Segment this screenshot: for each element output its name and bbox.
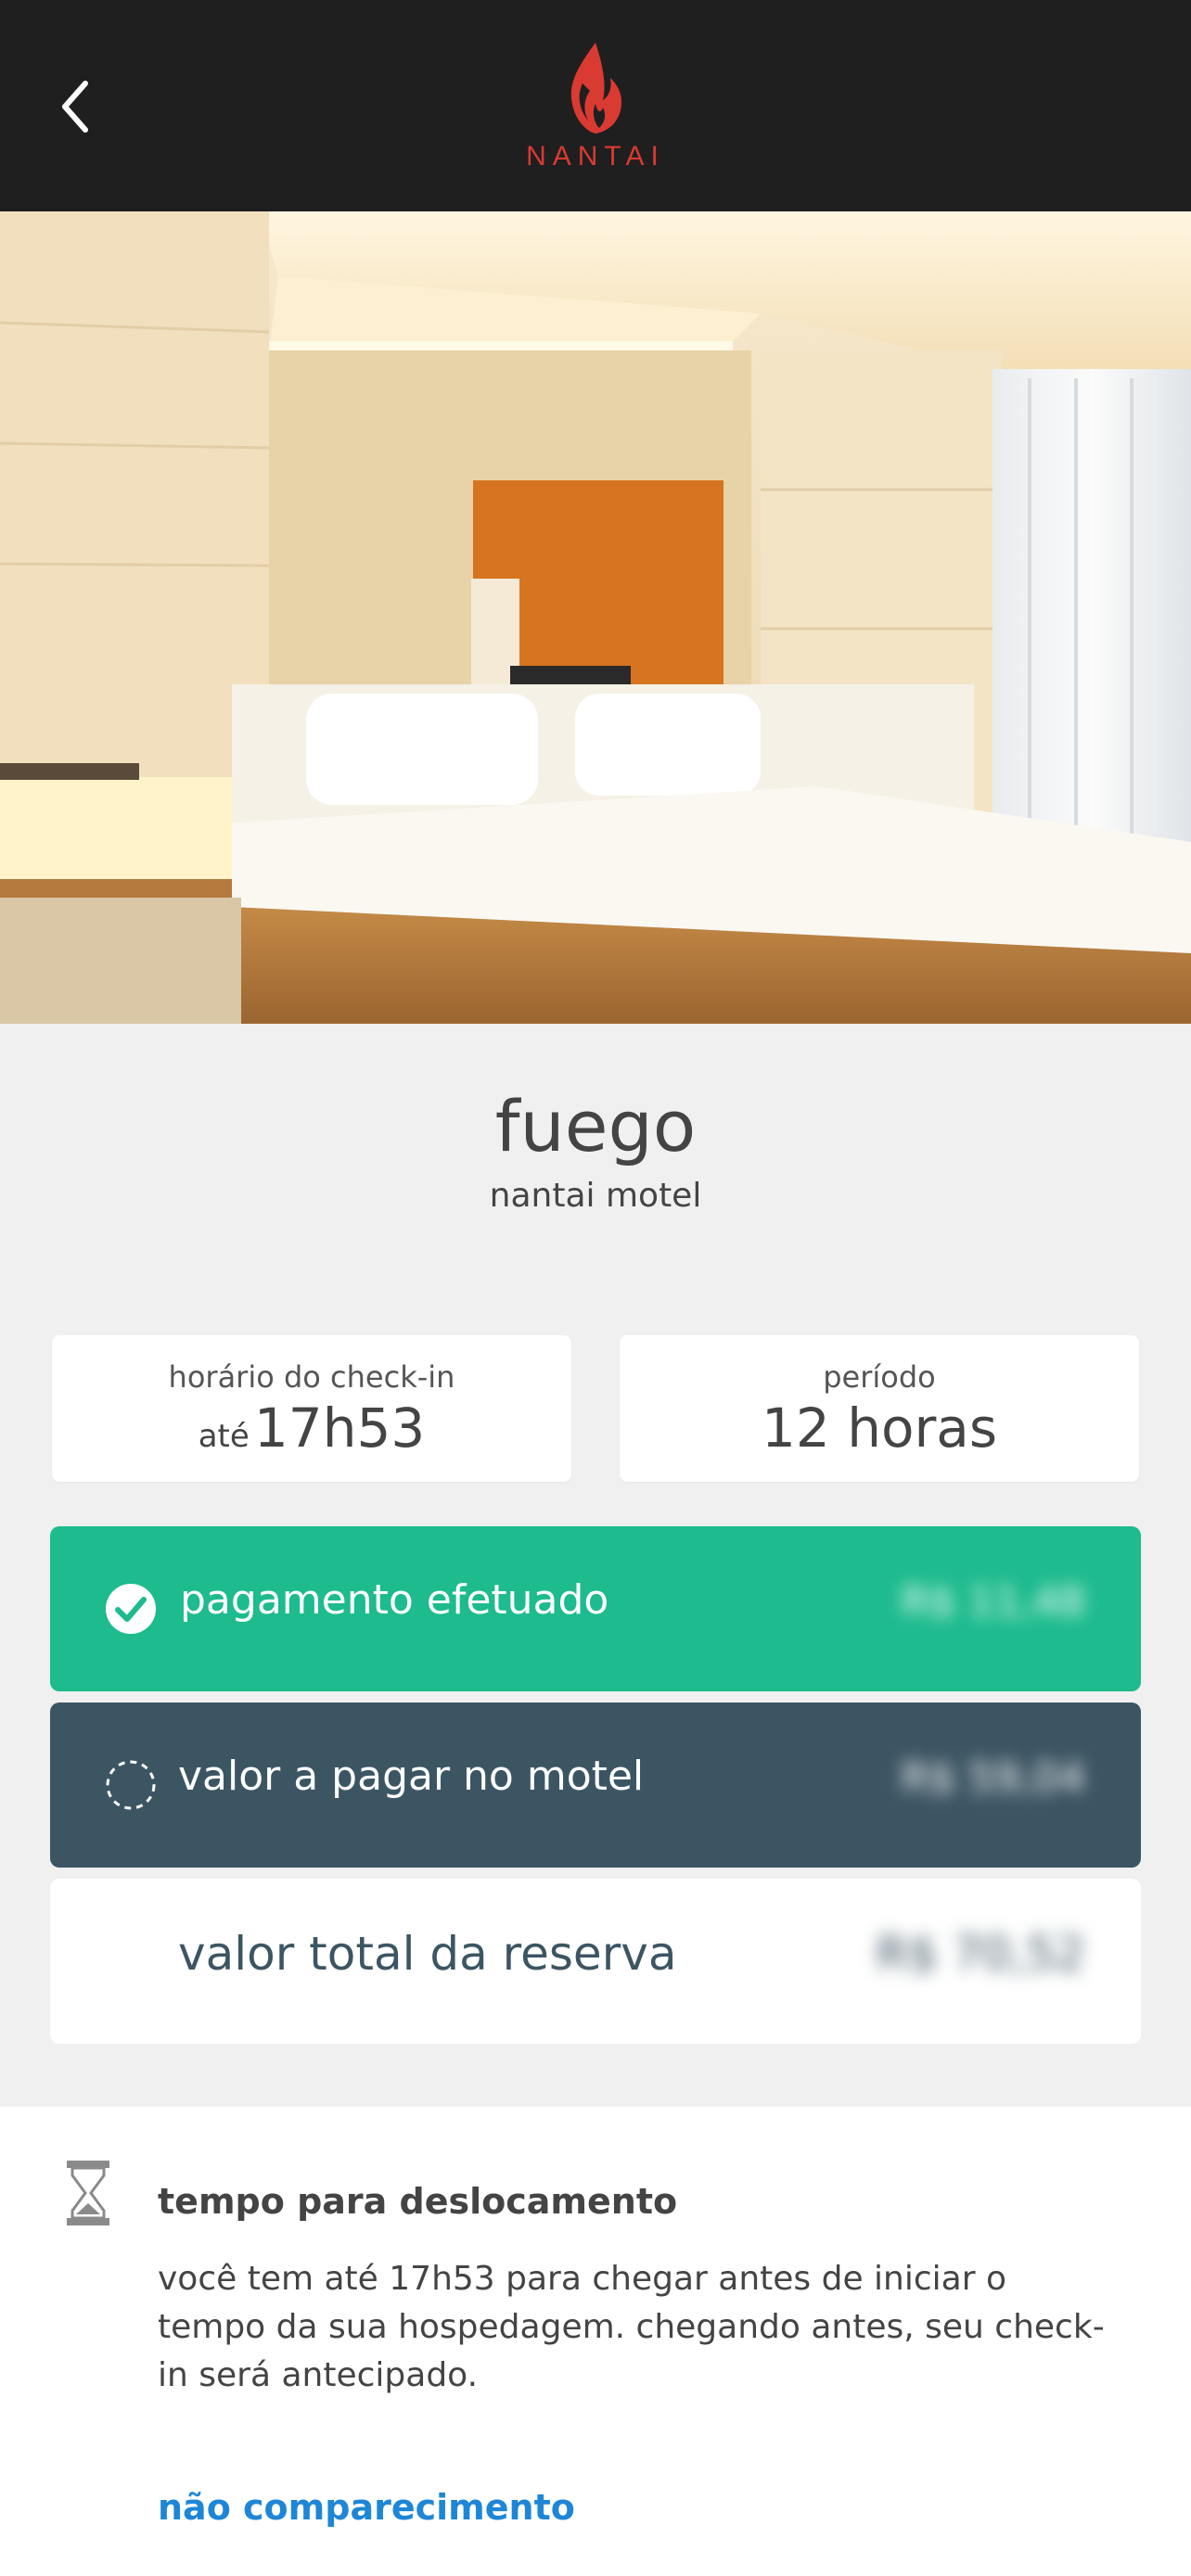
- checkin-value: até 17h53: [52, 1396, 571, 1460]
- top-bar: NANTAI: [0, 0, 1191, 211]
- total-value: R$ 70,52: [876, 1927, 1085, 1981]
- chevron-left-icon[interactable]: [48, 72, 108, 141]
- check-circle-icon: [106, 1584, 156, 1634]
- motel-name: nantai motel: [489, 1177, 702, 1215]
- period-label: período: [823, 1359, 936, 1395]
- hourglass-icon: [67, 2161, 109, 2225]
- back-button[interactable]: [48, 72, 108, 141]
- due-value: R$ 59,04: [901, 1754, 1085, 1802]
- room-photo-illustration: [0, 211, 1191, 1024]
- logo-text: NANTAI: [526, 141, 665, 172]
- checkin-label: horário do check-in: [168, 1359, 455, 1395]
- checkin-card: horário do check-in até 17h53: [52, 1335, 571, 1482]
- no-show-link[interactable]: não comparecimento: [158, 2487, 575, 2528]
- period-value-line: 12 horas: [620, 1396, 1139, 1460]
- payment-total-row: valor total da reserva R$ 70,52: [50, 1879, 1141, 2044]
- room-photo: [0, 211, 1191, 1024]
- checkin-prefix: até: [198, 1418, 250, 1455]
- brand-logo: NANTAI: [492, 37, 699, 176]
- total-label: valor total da reserva: [178, 1927, 677, 1981]
- travel-text: você tem até 17h53 para chegar antes de …: [158, 2260, 1105, 2394]
- period-value: 12 horas: [761, 1396, 998, 1460]
- paid-value: R$ 11,48: [901, 1578, 1085, 1626]
- flame-icon: [570, 43, 621, 134]
- room-name: fuego: [494, 1085, 697, 1167]
- room-title-block: fuego nantai motel: [0, 1085, 1191, 1215]
- travel-info-sheet: tempo para deslocamento você tem até 17h…: [0, 2107, 1191, 2576]
- dashed-circle-icon: [106, 1760, 156, 1810]
- checkin-time: 17h53: [253, 1396, 426, 1460]
- paid-label: pagamento efetuado: [180, 1576, 609, 1624]
- payment-paid-row: pagamento efetuado R$ 11,48: [50, 1526, 1141, 1691]
- travel-title: tempo para deslocamento: [158, 2181, 678, 2222]
- period-card: período 12 horas: [620, 1335, 1139, 1482]
- payment-due-row: valor a pagar no motel R$ 59,04: [50, 1702, 1141, 1868]
- due-label: valor a pagar no motel: [178, 1753, 645, 1800]
